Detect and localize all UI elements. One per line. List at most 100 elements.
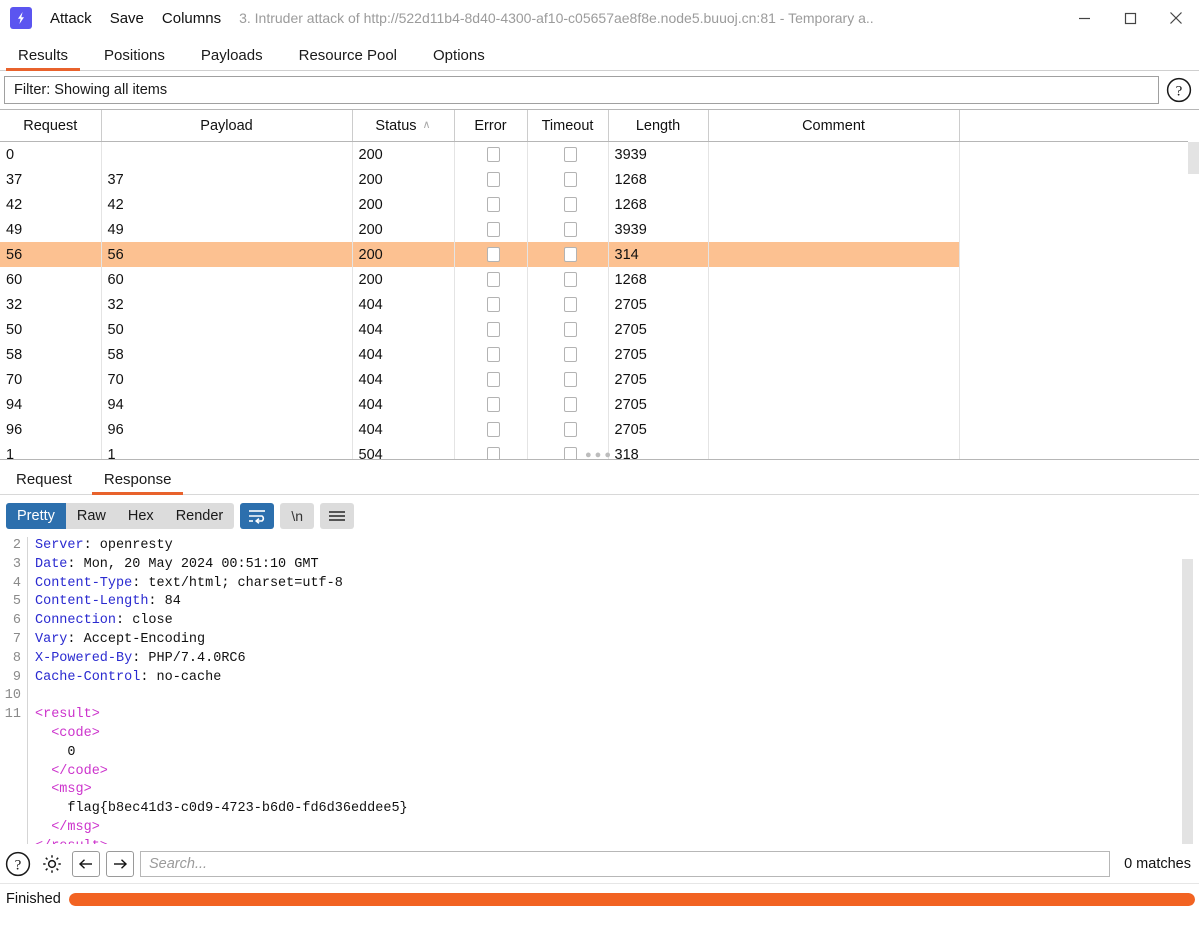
column-header-length[interactable]: Length bbox=[608, 110, 709, 142]
cell-blank bbox=[959, 342, 1188, 367]
column-header-request[interactable]: Request bbox=[0, 110, 102, 142]
error-checkbox[interactable] bbox=[487, 422, 500, 437]
minimize-icon[interactable] bbox=[1061, 0, 1107, 36]
view-mode-render[interactable]: Render bbox=[165, 503, 235, 529]
table-row[interactable]: 42 42 200 1268 bbox=[0, 192, 1188, 217]
timeout-checkbox[interactable] bbox=[564, 297, 577, 312]
table-row[interactable]: 1 1 504 318 bbox=[0, 442, 1188, 459]
header-name: Connection bbox=[35, 613, 117, 629]
table-row[interactable]: 32 32 404 2705 bbox=[0, 292, 1188, 317]
menu-columns[interactable]: Columns bbox=[162, 10, 221, 27]
timeout-checkbox[interactable] bbox=[564, 272, 577, 287]
timeout-checkbox[interactable] bbox=[564, 422, 577, 437]
cell-error bbox=[454, 392, 528, 417]
tab-results[interactable]: Results bbox=[0, 48, 86, 71]
close-icon[interactable] bbox=[1153, 0, 1199, 36]
tab-options[interactable]: Options bbox=[415, 48, 503, 70]
error-checkbox[interactable] bbox=[487, 272, 500, 287]
table-row[interactable]: 56 56 200 314 bbox=[0, 242, 1188, 267]
view-mode-pretty[interactable]: Pretty bbox=[6, 503, 66, 529]
title-bar: Attack Save Columns 3. Intruder attack o… bbox=[0, 0, 1199, 37]
line-number: 2 bbox=[12, 538, 21, 553]
tab-resource-pool[interactable]: Resource Pool bbox=[281, 48, 415, 70]
table-row[interactable]: 49 49 200 3939 bbox=[0, 217, 1188, 242]
menu-attack[interactable]: Attack bbox=[50, 10, 92, 27]
table-row[interactable]: 50 50 404 2705 bbox=[0, 317, 1188, 342]
menu-save[interactable]: Save bbox=[110, 10, 144, 27]
timeout-checkbox[interactable] bbox=[564, 247, 577, 262]
error-checkbox[interactable] bbox=[487, 447, 500, 459]
error-checkbox[interactable] bbox=[487, 372, 500, 387]
tab-payloads[interactable]: Payloads bbox=[183, 48, 281, 70]
table-row[interactable]: 96 96 404 2705 bbox=[0, 417, 1188, 442]
tab-response[interactable]: Response bbox=[88, 472, 188, 495]
xml-tag: </result> bbox=[35, 839, 108, 844]
timeout-checkbox[interactable] bbox=[564, 222, 577, 237]
gear-icon[interactable] bbox=[38, 850, 66, 878]
column-header-status[interactable]: Status ∧ bbox=[352, 110, 455, 142]
cell-error bbox=[454, 192, 528, 217]
help-circle-icon[interactable]: ? bbox=[1165, 76, 1193, 104]
cell-blank bbox=[959, 217, 1188, 242]
xml-tag: <code> bbox=[51, 725, 100, 741]
column-header-error[interactable]: Error bbox=[454, 110, 528, 142]
word-wrap-icon[interactable] bbox=[240, 503, 275, 529]
table-row[interactable]: 70 70 404 2705 bbox=[0, 367, 1188, 392]
timeout-checkbox[interactable] bbox=[564, 397, 577, 412]
tab-positions[interactable]: Positions bbox=[86, 48, 183, 70]
cell-status: 200 bbox=[352, 242, 455, 267]
help-circle-icon[interactable]: ? bbox=[4, 850, 32, 878]
timeout-checkbox[interactable] bbox=[564, 197, 577, 212]
show-newlines-icon[interactable]: \n bbox=[280, 503, 315, 529]
error-checkbox[interactable] bbox=[487, 397, 500, 412]
timeout-checkbox[interactable] bbox=[564, 347, 577, 362]
xml-tag: <msg> bbox=[51, 782, 92, 798]
maximize-icon[interactable] bbox=[1107, 0, 1153, 36]
arrow-left-icon[interactable] bbox=[72, 851, 100, 877]
error-checkbox[interactable] bbox=[487, 247, 500, 262]
table-row[interactable]: 58 58 404 2705 bbox=[0, 342, 1188, 367]
code-text: <msg> bbox=[27, 781, 1199, 801]
table-row[interactable]: 0 200 3939 bbox=[0, 141, 1188, 167]
error-checkbox[interactable] bbox=[487, 197, 500, 212]
cell-comment bbox=[708, 217, 960, 242]
search-input[interactable]: Search... bbox=[140, 851, 1111, 877]
timeout-checkbox[interactable] bbox=[564, 372, 577, 387]
table-row[interactable]: 37 37 200 1268 bbox=[0, 167, 1188, 192]
view-mode-hex[interactable]: Hex bbox=[117, 503, 165, 529]
error-checkbox[interactable] bbox=[487, 297, 500, 312]
column-header-timeout[interactable]: Timeout bbox=[527, 110, 609, 142]
cell-payload bbox=[101, 141, 353, 167]
results-table-container: Request Payload Status ∧ Error Timeout Le… bbox=[0, 109, 1199, 460]
error-checkbox[interactable] bbox=[487, 172, 500, 187]
xml-tag: <result> bbox=[35, 707, 100, 723]
timeout-checkbox[interactable] bbox=[564, 172, 577, 187]
error-checkbox[interactable] bbox=[487, 147, 500, 162]
error-checkbox[interactable] bbox=[487, 347, 500, 362]
response-viewer[interactable]: 2 Server: openresty 3 Date: Mon, 20 May 202… bbox=[0, 537, 1199, 844]
error-checkbox[interactable] bbox=[487, 322, 500, 337]
view-mode-raw[interactable]: Raw bbox=[66, 503, 117, 529]
table-row[interactable]: 60 60 200 1268 bbox=[0, 267, 1188, 292]
line-number bbox=[0, 838, 27, 844]
timeout-checkbox[interactable] bbox=[564, 147, 577, 162]
results-table-scrollbar[interactable] bbox=[1188, 142, 1199, 459]
results-table-scrollbar-thumb[interactable] bbox=[1188, 142, 1199, 174]
timeout-checkbox[interactable] bbox=[564, 447, 577, 459]
hamburger-menu-icon[interactable] bbox=[320, 503, 355, 529]
column-header-comment[interactable]: Comment bbox=[708, 110, 960, 142]
error-checkbox[interactable] bbox=[487, 222, 500, 237]
arrow-right-icon[interactable] bbox=[106, 851, 134, 877]
table-row[interactable]: 94 94 404 2705 bbox=[0, 392, 1188, 417]
code-text: Content-Length: 84 bbox=[27, 593, 1199, 613]
response-viewer-scrollbar[interactable] bbox=[1182, 559, 1193, 844]
cell-comment bbox=[708, 367, 960, 392]
column-header-payload[interactable]: Payload bbox=[101, 110, 353, 142]
tab-request[interactable]: Request bbox=[0, 472, 88, 494]
cell-timeout bbox=[527, 167, 609, 192]
cell-timeout bbox=[527, 292, 609, 317]
filter-input[interactable]: Filter: Showing all items bbox=[4, 76, 1159, 104]
timeout-checkbox[interactable] bbox=[564, 322, 577, 337]
code-line: 9 Cache-Control: no-cache bbox=[0, 668, 1199, 688]
